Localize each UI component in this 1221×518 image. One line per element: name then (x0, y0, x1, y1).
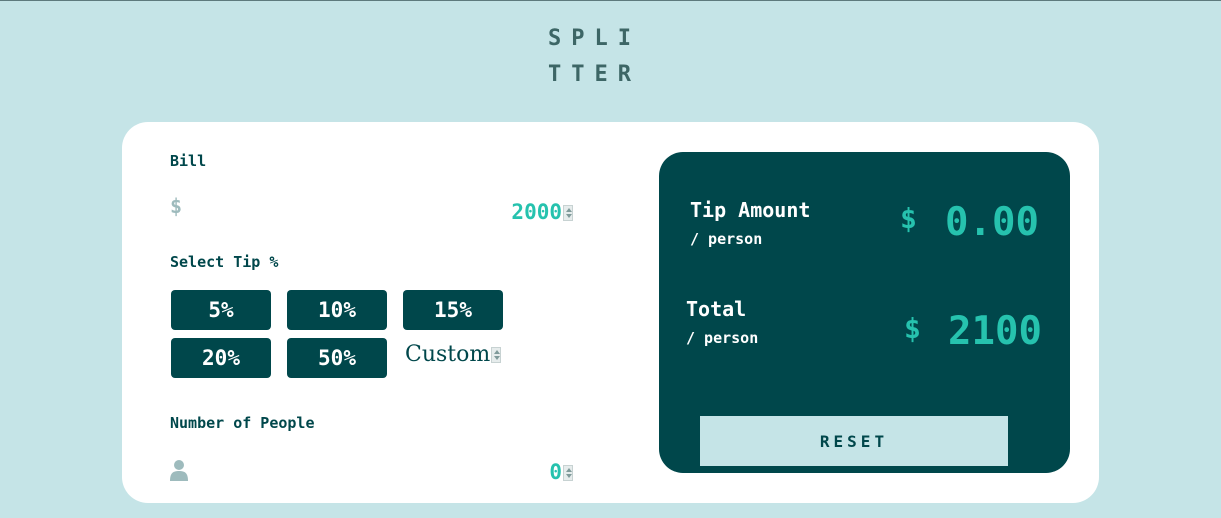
total-currency: $ (904, 312, 921, 345)
logo-line-1: SPLI (548, 26, 641, 51)
bill-spinner[interactable] (563, 205, 573, 221)
total-sub: / person (686, 329, 759, 347)
total-value: 2100 (948, 309, 1042, 354)
tip-button-10[interactable]: 10% (287, 290, 387, 330)
tip-button-5[interactable]: 5% (171, 290, 271, 330)
people-input[interactable]: 0 (549, 460, 573, 484)
total-title: Total (686, 297, 747, 321)
bill-input-value: 2000 (511, 200, 562, 224)
tip-button-15[interactable]: 15% (403, 290, 503, 330)
app-logo: SPLI TTER (548, 21, 648, 93)
results-panel: Tip Amount / person $ 0.00 Total / perso… (659, 152, 1070, 473)
custom-tip-value: Custom (405, 342, 491, 367)
custom-tip-spinner[interactable] (491, 347, 502, 363)
logo-line-2: TTER (548, 62, 641, 87)
select-tip-label: Select Tip % (170, 253, 279, 271)
calculator-card: Bill $ 2000 Select Tip % 5% 10% 15% 20% … (122, 122, 1099, 503)
people-label: Number of People (170, 414, 315, 432)
person-icon (170, 460, 188, 481)
tip-currency: $ (900, 202, 917, 235)
tip-amount-value: 0.00 (945, 200, 1039, 245)
people-spinner[interactable] (563, 465, 573, 481)
bill-input[interactable]: 2000 (511, 200, 573, 224)
bill-label: Bill (170, 152, 207, 170)
tip-button-50[interactable]: 50% (287, 338, 387, 378)
tip-button-20[interactable]: 20% (171, 338, 271, 378)
tip-amount-title: Tip Amount (690, 198, 811, 222)
reset-button[interactable]: RESET (700, 416, 1008, 466)
dollar-icon: $ (170, 194, 183, 218)
custom-tip-input[interactable]: Custom (405, 342, 502, 367)
tip-amount-sub: / person (690, 230, 763, 248)
people-input-value: 0 (549, 460, 562, 484)
